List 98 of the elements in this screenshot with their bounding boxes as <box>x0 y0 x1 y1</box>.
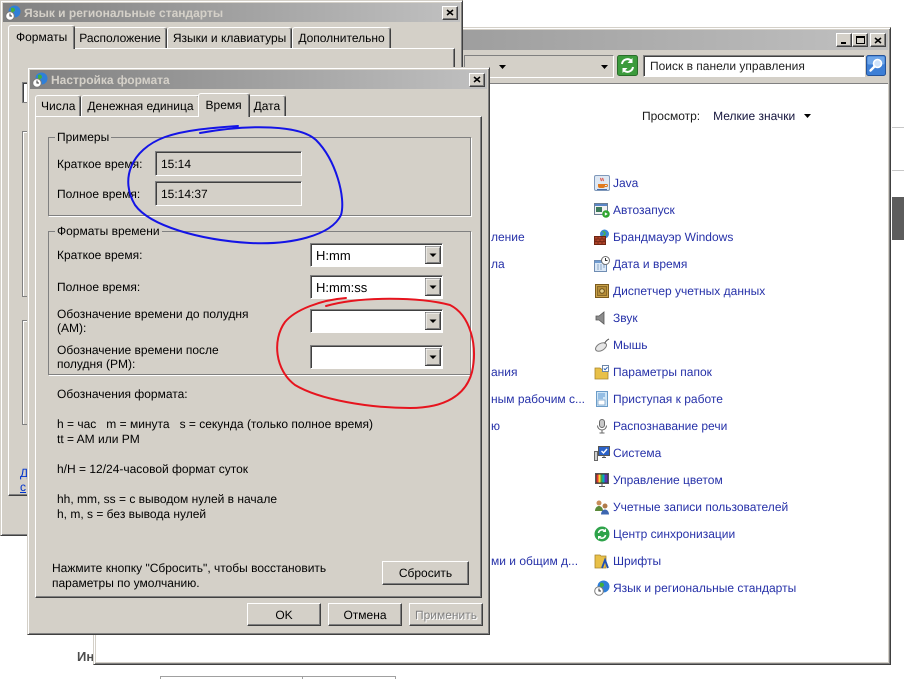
caret-icon <box>601 64 608 68</box>
color-monitor-icon <box>594 472 610 488</box>
close-button[interactable] <box>442 6 458 20</box>
link[interactable]: с <box>20 480 28 494</box>
window-title: Настройка формата <box>51 72 171 86</box>
reset-hint: Нажмите кнопку "Сбросить", чтобы восстановить параметры по умолчанию. <box>52 561 328 591</box>
field-label: Обозначение времени после полудня (PM): <box>57 343 220 371</box>
group-title: Примеры <box>56 130 110 144</box>
caret-icon <box>499 64 506 68</box>
applet-link[interactable]: Автозапуск <box>594 202 675 218</box>
globe-clock-icon <box>594 580 610 596</box>
applet-link[interactable]: Управление цветом <box>594 472 723 488</box>
field-label: Полное время: <box>57 280 142 294</box>
refresh-icon <box>617 55 638 76</box>
brick-wall-icon <box>594 228 610 244</box>
font-folder-icon <box>594 552 610 568</box>
calendar-clock-icon <box>594 256 610 272</box>
background-window <box>892 197 904 240</box>
sync-icon <box>594 526 610 542</box>
applet-link[interactable]: Шрифты <box>594 552 662 568</box>
address-field[interactable] <box>464 55 614 78</box>
field-label: Краткое время: <box>57 248 144 262</box>
view-dropdown[interactable]: Мелкие значки <box>713 108 812 122</box>
format-select[interactable] <box>310 309 443 333</box>
applet-link[interactable]: Язык и региональные стандарты <box>594 580 796 596</box>
format-select[interactable]: H:mm:ss <box>310 275 443 299</box>
example-field: 15:14 <box>155 151 302 176</box>
search-button[interactable] <box>866 55 886 76</box>
tab[interactable]: Дата <box>248 95 286 116</box>
partial-heading: Ин <box>77 649 94 664</box>
maximize-button[interactable] <box>852 33 868 47</box>
applet-link[interactable]: Приступая к работе <box>594 390 723 406</box>
applet-link[interactable]: Java <box>594 174 638 190</box>
close-button[interactable] <box>870 33 886 47</box>
applet-link[interactable]: Система <box>594 444 662 460</box>
users-icon <box>594 498 610 514</box>
window-play-icon <box>594 202 610 218</box>
field-label: Обозначение времени до полудня (AM): <box>57 307 250 335</box>
notation-line: tt = AM или PM <box>57 432 141 447</box>
search-icon <box>866 55 886 76</box>
window-title: Язык и региональные стандарты <box>24 6 224 20</box>
applet-link[interactable]: Звук <box>594 310 638 326</box>
applet-link[interactable]: Центр синхронизации <box>594 526 736 542</box>
applet-link[interactable]: ми и общим д... <box>491 554 578 568</box>
tab[interactable]: Время <box>198 93 250 117</box>
folder-check-icon <box>594 364 610 380</box>
applet-link[interactable]: Параметры папок <box>594 364 712 380</box>
applet-link[interactable]: ла <box>491 256 505 270</box>
safe-icon <box>594 282 610 298</box>
example-field: 15:14:37 <box>155 181 302 206</box>
applet-link[interactable]: Дата и время <box>594 256 688 272</box>
applet-link[interactable]: Брандмауэр Windows <box>594 228 734 244</box>
notation-line: h = час m = минута s = секунда (только полное время) <box>57 417 374 432</box>
dropdown-arrow-icon <box>425 348 441 366</box>
globe-clock-icon <box>5 4 21 20</box>
applet-link[interactable]: ания <box>491 364 518 378</box>
search-field[interactable]: Поиск в панели управления <box>643 55 865 77</box>
dialog-button[interactable]: Отмена <box>328 603 402 626</box>
applet-link[interactable]: ю <box>491 418 500 432</box>
close-button[interactable] <box>469 72 485 86</box>
dropdown-arrow-icon <box>425 312 441 330</box>
refresh-button[interactable] <box>617 55 638 76</box>
tab[interactable]: Дополнительно <box>292 27 391 48</box>
globe-clock-icon <box>32 72 48 88</box>
applet-link[interactable]: Диспетчер учетных данных <box>594 282 766 298</box>
close-icon <box>446 9 454 16</box>
reset-button[interactable]: Сбросить <box>382 561 469 585</box>
applet-link[interactable]: ным рабочим с... <box>491 392 586 406</box>
tab[interactable]: Языки и клавиатуры <box>166 27 292 48</box>
applet-link[interactable]: Мышь <box>594 336 648 352</box>
notation-line: h/H = 12/24-часовой формат суток <box>57 462 250 477</box>
applet-link[interactable]: Учетные записи пользователей <box>594 498 788 514</box>
close-icon <box>874 36 882 44</box>
microphone-icon <box>594 418 610 434</box>
view-label: Просмотр: <box>642 108 700 122</box>
tab[interactable]: Числа <box>35 95 82 116</box>
close-icon <box>473 76 481 83</box>
notation-line: h, m, s = без вывода нулей <box>57 507 208 522</box>
mouse-icon <box>594 336 610 352</box>
dropdown-arrow-icon <box>425 246 441 264</box>
tab[interactable]: Форматы <box>8 25 76 49</box>
applet-link[interactable]: ление <box>491 230 525 244</box>
coffee-cup-icon <box>594 174 610 190</box>
caret-icon <box>804 114 812 118</box>
tab[interactable]: Денежная единица <box>81 95 200 116</box>
minimize-button[interactable] <box>836 33 852 47</box>
format-select[interactable] <box>310 345 443 369</box>
computer-icon <box>594 444 610 460</box>
maximize-icon <box>856 36 864 44</box>
document-icon <box>594 390 610 406</box>
dialog-button[interactable]: OK <box>247 603 321 626</box>
notation-line: hh, mm, ss = с выводом нулей в начале <box>57 492 278 507</box>
notation-title: Обозначения формата: <box>57 387 189 402</box>
group-title: Форматы времени <box>56 224 161 238</box>
tab[interactable]: Расположение <box>73 27 167 48</box>
dropdown-arrow-icon <box>425 278 441 296</box>
format-select[interactable]: H:mm <box>310 243 443 267</box>
applet-link[interactable]: Распознавание речи <box>594 418 728 434</box>
